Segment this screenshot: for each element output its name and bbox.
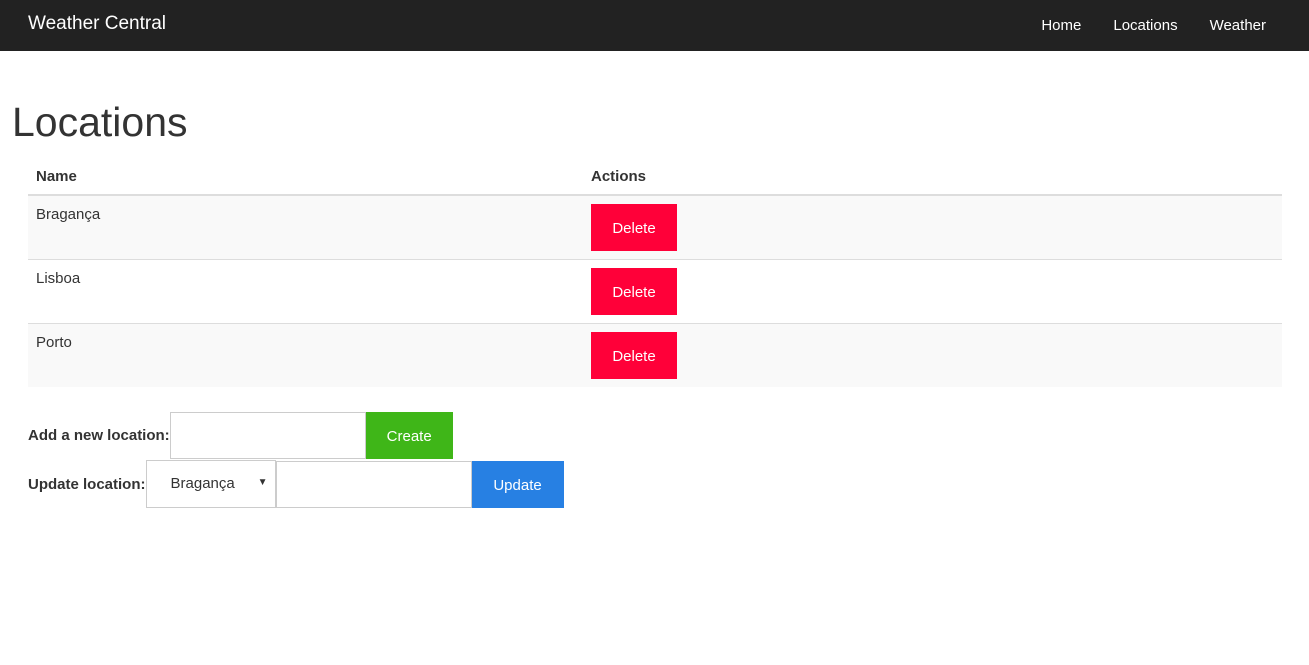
nav-links: Home Locations Weather	[1025, 0, 1282, 51]
nav-link-weather[interactable]: Weather	[1194, 0, 1282, 51]
create-button[interactable]: Create	[365, 412, 453, 459]
top-navbar: Weather Central Home Locations Weather	[0, 0, 1309, 51]
update-location-form: Update location: Bragança ▼ Update	[28, 460, 564, 508]
delete-button[interactable]: Delete	[591, 267, 677, 315]
delete-button[interactable]: Delete	[591, 204, 677, 251]
location-name-cell: Bragança	[28, 194, 583, 259]
location-select-value: Bragança	[170, 475, 235, 492]
actions-cell: Delete	[583, 258, 1282, 323]
nav-link-home[interactable]: Home	[1025, 0, 1097, 51]
locations-table: Name Actions Bragança Delete Lisboa Dele…	[28, 158, 1282, 387]
brand-logo-text[interactable]: Weather Central	[28, 13, 166, 35]
actions-cell: Delete	[583, 194, 1282, 259]
column-header-name: Name	[28, 158, 583, 196]
delete-button[interactable]: Delete	[591, 331, 677, 379]
column-header-actions: Actions	[583, 158, 1282, 196]
update-button[interactable]: Update	[471, 460, 564, 508]
actions-cell: Delete	[583, 322, 1282, 387]
add-location-form: Add a new location: Create	[28, 412, 453, 459]
location-name-cell: Lisboa	[28, 258, 583, 323]
table-row: Bragança Delete	[28, 194, 1282, 259]
table-row: Lisboa Delete	[28, 258, 1282, 323]
location-select[interactable]: Bragança ▼	[145, 460, 276, 508]
nav-link-locations[interactable]: Locations	[1097, 0, 1193, 51]
update-location-input[interactable]	[275, 460, 472, 508]
table-row: Porto Delete	[28, 322, 1282, 387]
add-location-label: Add a new location:	[28, 427, 170, 444]
update-location-label: Update location:	[28, 475, 146, 493]
location-name-cell: Porto	[28, 322, 583, 387]
table-header-row: Name Actions	[28, 158, 1282, 196]
new-location-input[interactable]	[169, 412, 366, 459]
caret-down-icon: ▼	[257, 477, 268, 488]
page-title: Locations	[12, 99, 188, 145]
